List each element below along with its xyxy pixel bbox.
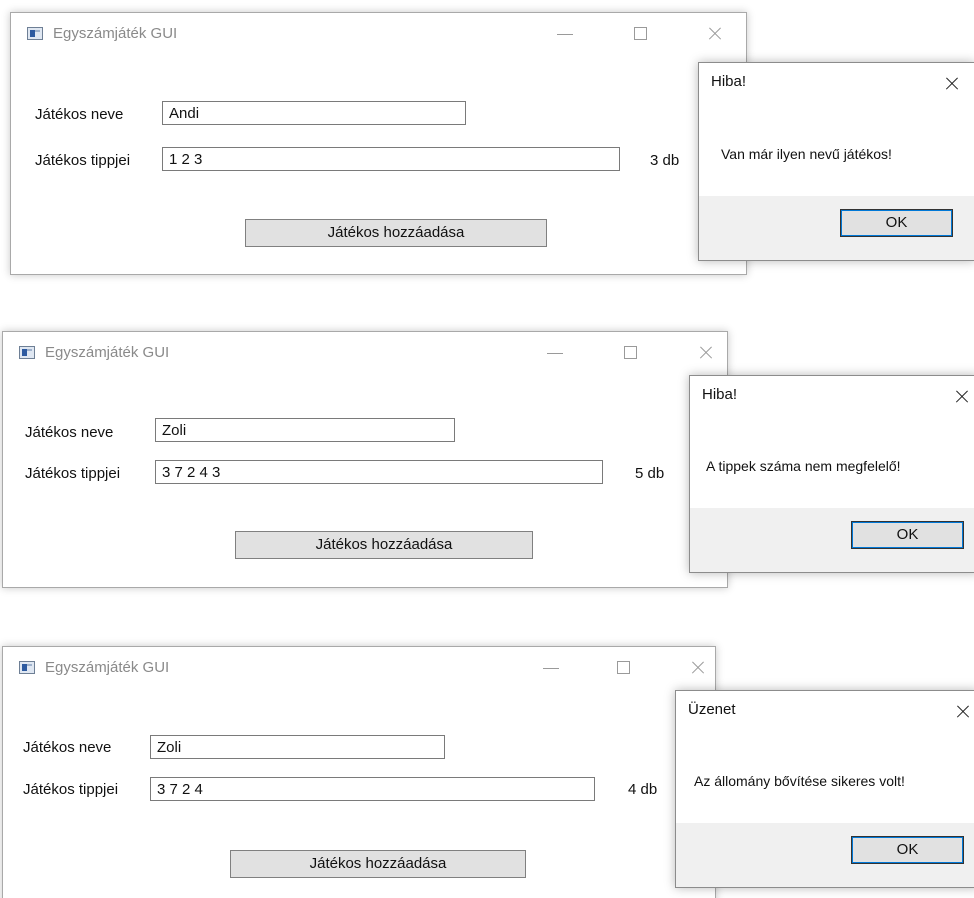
tips-count: 3 db	[650, 152, 680, 169]
maximize-icon[interactable]	[607, 332, 653, 372]
title-bar[interactable]: Egyszámjáték GUI	[3, 332, 727, 374]
close-icon	[944, 76, 960, 92]
player-tips-input[interactable]	[162, 147, 620, 171]
ok-button[interactable]: OK	[851, 521, 964, 549]
maximize-icon[interactable]	[600, 647, 646, 687]
dialog-title: Hiba!	[711, 73, 747, 90]
dialog-close-button[interactable]	[955, 704, 971, 720]
player-tips-label: Játékos tippjei	[23, 781, 119, 798]
add-player-button[interactable]: Játékos hozzáadása	[235, 531, 533, 559]
close-button[interactable]	[692, 13, 738, 53]
player-name-label: Játékos neve	[25, 424, 114, 441]
error-dialog: Hiba! A tippek száma nem megfelelő! OK	[689, 375, 974, 573]
add-player-button[interactable]: Játékos hozzáadása	[245, 219, 547, 247]
minimize-icon[interactable]	[531, 332, 577, 372]
main-window: Egyszámjáték GUI Játékos neve Játékos ti…	[2, 331, 728, 588]
ok-button[interactable]: OK	[851, 836, 964, 864]
player-name-input[interactable]	[150, 735, 445, 759]
app-window-icon	[19, 661, 35, 674]
player-tips-label: Játékos tippjei	[25, 465, 121, 482]
ok-button[interactable]: OK	[840, 209, 953, 237]
main-window: Egyszámjáték GUI Játékos neve Játékos ti…	[10, 12, 747, 275]
title-bar[interactable]: Egyszámjáték GUI	[3, 647, 715, 689]
player-name-label: Játékos neve	[35, 106, 124, 123]
dialog-message: A tippek száma nem megfelelő!	[706, 458, 901, 474]
close-icon	[698, 345, 714, 361]
window-title: Egyszámjáték GUI	[45, 344, 170, 361]
add-player-button[interactable]: Játékos hozzáadása	[230, 850, 526, 878]
player-name-input[interactable]	[155, 418, 455, 442]
dialog-footer: OK	[676, 823, 974, 887]
close-button[interactable]	[675, 647, 721, 687]
maximize-icon[interactable]	[617, 13, 663, 53]
player-tips-label: Játékos tippjei	[35, 152, 131, 169]
app-window-icon	[19, 346, 35, 359]
minimize-icon[interactable]	[541, 13, 587, 53]
close-icon	[954, 389, 970, 405]
dialog-message: Az állomány bővítése sikeres volt!	[694, 773, 905, 789]
tips-count: 5 db	[635, 465, 665, 482]
app-window-icon	[27, 27, 43, 40]
window-title: Egyszámjáték GUI	[53, 25, 178, 42]
player-name-input[interactable]	[162, 101, 466, 125]
player-tips-input[interactable]	[150, 777, 595, 801]
close-icon	[690, 660, 706, 676]
tips-count: 4 db	[628, 781, 658, 798]
dialog-title: Hiba!	[702, 386, 738, 403]
dialog-close-button[interactable]	[944, 76, 960, 92]
error-dialog: Hiba! Van már ilyen nevű játékos! OK	[698, 62, 974, 261]
dialog-footer: OK	[699, 196, 974, 260]
dialog-close-button[interactable]	[954, 389, 970, 405]
close-icon	[707, 26, 723, 42]
dialog-message: Van már ilyen nevű játékos!	[721, 146, 892, 162]
dialog-title: Üzenet	[688, 701, 736, 718]
close-button[interactable]	[683, 332, 729, 372]
dialog-footer: OK	[690, 508, 974, 572]
player-name-label: Játékos neve	[23, 739, 112, 756]
player-tips-input[interactable]	[155, 460, 603, 484]
message-dialog: Üzenet Az állomány bővítése sikeres volt…	[675, 690, 974, 888]
window-title: Egyszámjáték GUI	[45, 659, 170, 676]
minimize-icon[interactable]	[527, 647, 573, 687]
title-bar[interactable]: Egyszámjáték GUI	[11, 13, 746, 55]
main-window: Egyszámjáték GUI Játékos neve Játékos ti…	[2, 646, 716, 898]
close-icon	[955, 704, 971, 720]
screenshot-canvas: Egyszámjáték GUI Játékos neve Játékos ti…	[0, 0, 974, 898]
